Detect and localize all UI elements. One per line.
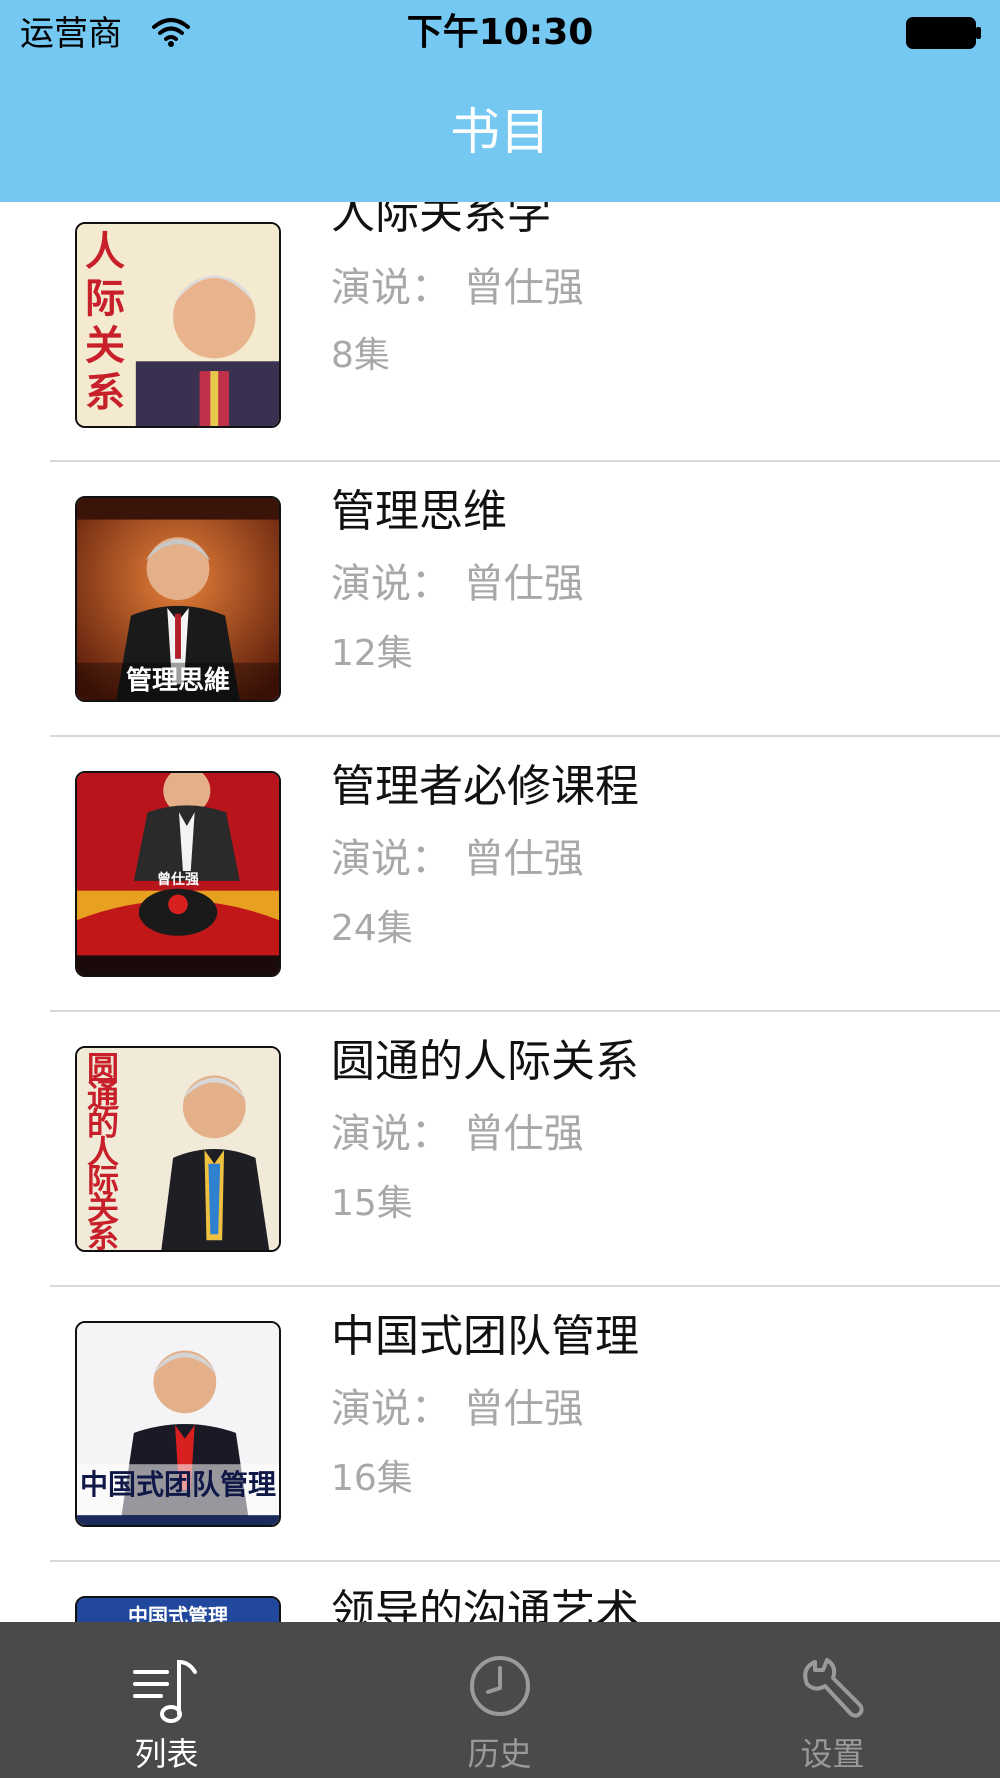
music-list-icon <box>132 1659 197 1723</box>
list-item[interactable]: 管理思維 管理思维 演说： 曾仕强 12集 <box>0 462 1000 737</box>
book-episode-count: 8集 <box>331 335 390 376</box>
book-speaker: 演说： 曾仕强 <box>331 1386 584 1432</box>
list-item[interactable]: 曾仕强 管理者必修课程 演说： 曾仕强 24集 <box>0 737 1000 1012</box>
book-title: 圆通的人际关系 <box>331 1036 639 1087</box>
book-title: 管理者必修课程 <box>331 761 639 812</box>
book-cover-caption: 曾仕强 <box>157 872 199 888</box>
tab-settings[interactable]: 设置 <box>666 1622 999 1778</box>
clock-icon <box>469 1656 530 1716</box>
book-cover-image: 人际关系 <box>75 222 281 428</box>
book-title: 领导的沟通艺术 <box>331 1586 639 1622</box>
tab-list[interactable]: 列表 <box>0 1622 333 1778</box>
book-speaker: 演说： 曾仕强 <box>331 265 584 311</box>
book-cover-caption: 中国式团队管理 <box>79 1468 276 1501</box>
book-cover-image: 管理思維 <box>75 496 281 702</box>
book-list[interactable]: 人际关系 人际关系学 演说： 曾仕强 8集 管理思維 管理思维 演说： 曾仕强 … <box>0 202 1000 1622</box>
navigation-header: 运营商 下午10:30 书目 <box>0 0 1000 202</box>
book-speaker: 演说： 曾仕强 <box>331 561 584 607</box>
wrench-icon <box>802 1658 864 1718</box>
page-title: 书目 <box>450 103 550 161</box>
book-title: 人际关系学 <box>331 202 551 239</box>
book-title: 管理思维 <box>331 486 507 537</box>
tab-bar: 列表 历史 设置 <box>0 1622 1000 1778</box>
book-cover-image: 中国式团队管理 <box>75 1321 281 1527</box>
app-screen: 运营商 下午10:30 书目 人际关系 人际关系学 演说： 曾仕强 8集 管理思… <box>0 0 1000 1778</box>
tab-label: 设置 <box>800 1735 865 1773</box>
status-time: 下午10:30 <box>406 12 594 53</box>
list-item[interactable]: 圆通的人际关系 圆通的人际关系 演说： 曾仕强 15集 <box>0 1012 1000 1287</box>
tab-history[interactable]: 历史 <box>333 1622 666 1778</box>
list-item[interactable]: 中国式管理 领导的沟通艺术 <box>0 1562 1000 1622</box>
book-speaker: 演说： 曾仕强 <box>331 836 584 882</box>
book-cover-caption: 管理思維 <box>125 666 230 696</box>
book-cover-caption: 圆通的人际关系 <box>87 1049 120 1252</box>
book-cover-image: 圆通的人际关系 <box>75 1046 281 1252</box>
tab-label: 历史 <box>467 1735 532 1773</box>
book-cover-image: 中国式管理 <box>75 1596 281 1622</box>
tab-label: 列表 <box>134 1735 199 1773</box>
status-bar: 运营商 下午10:30 <box>0 0 1000 68</box>
list-item[interactable]: 人际关系 人际关系学 演说： 曾仕强 8集 <box>0 202 1000 457</box>
book-cover-image: 曾仕强 <box>75 771 281 977</box>
book-cover-caption: 中国式管理 <box>128 1604 228 1622</box>
book-episode-count: 16集 <box>331 1458 413 1499</box>
book-episode-count: 24集 <box>331 908 413 949</box>
list-item[interactable]: 中国式团队管理 中国式团队管理 演说： 曾仕强 16集 <box>0 1287 1000 1562</box>
battery-icon <box>906 17 981 49</box>
book-cover-caption: 人际关系 <box>85 228 125 416</box>
book-episode-count: 15集 <box>331 1183 413 1224</box>
book-episode-count: 12集 <box>331 633 413 674</box>
book-speaker: 演说： 曾仕强 <box>331 1111 584 1157</box>
book-title: 中国式团队管理 <box>331 1311 639 1362</box>
